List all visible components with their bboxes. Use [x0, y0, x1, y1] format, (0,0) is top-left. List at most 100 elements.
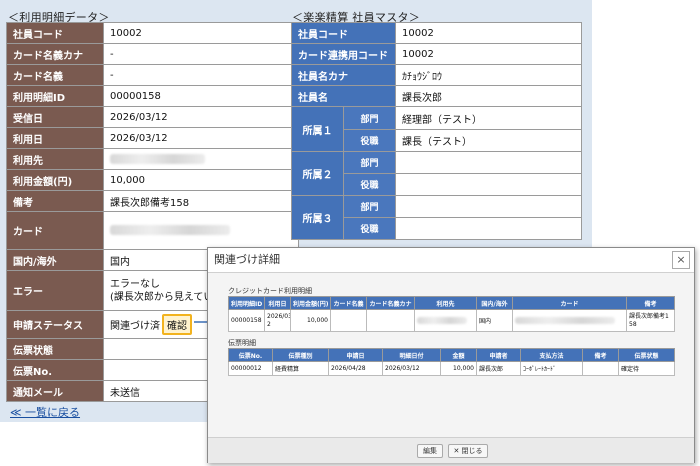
affiliation-label: 所属２	[291, 151, 344, 196]
row-label: 利用金額(円)	[6, 169, 104, 191]
column-header: 利用金額(円)	[290, 296, 331, 310]
cell-name	[330, 309, 367, 332]
row-label: 通知メール	[6, 380, 104, 402]
row-label: 社員名	[291, 85, 396, 107]
cell-date: 2026/03/1 2	[264, 309, 291, 332]
redacted-value	[110, 225, 230, 235]
row-label: カード名義	[6, 64, 104, 86]
row-label: 申請ステータス	[6, 310, 104, 339]
column-header: 利用明細ID	[228, 296, 265, 310]
modal-header: 関連づけ詳細 ×	[208, 248, 694, 273]
cell-region: 国内	[476, 309, 513, 332]
cell-note: 課長次郎備考1 58	[626, 309, 675, 332]
redacted-value	[417, 317, 467, 324]
cell-amount: 10,000	[440, 361, 477, 376]
role-label: 役職	[343, 217, 396, 240]
cell-slip-no: 00000012	[228, 361, 273, 376]
date-line-1: 2026/03/1	[267, 312, 290, 320]
cell-shop	[414, 309, 477, 332]
table-row: カード連携用コード 10002	[291, 43, 582, 65]
table-row: 00000012 経費精算 2026/04/28 2026/03/12 10,0…	[228, 361, 675, 376]
table-row: 所属１ 部門 経理部（テスト）	[291, 106, 582, 152]
column-header: 備考	[582, 348, 619, 362]
table-row: 利用明細ID 00000158	[6, 85, 299, 107]
cell-detail-date: 2026/03/12	[382, 361, 441, 376]
row-value: 2026/03/12	[103, 127, 299, 149]
cell-amount: 10,000	[290, 309, 331, 332]
redacted-card	[103, 211, 299, 250]
column-header: カード名義	[330, 296, 367, 310]
dept-value: 経理部（テスト）	[395, 106, 582, 130]
redacted-shop	[103, 148, 299, 170]
table-row: 受信日 2026/03/12	[6, 106, 299, 128]
table-row: 00000158 2026/03/1 2 10,000 国内 課長次郎備考1 5…	[228, 309, 675, 332]
table-row: 所属３ 部門	[291, 195, 582, 240]
row-label: 受信日	[6, 106, 104, 128]
column-header: 申請日	[328, 348, 383, 362]
column-header: 支払方法	[520, 348, 583, 362]
column-header: 金額	[440, 348, 477, 362]
modal-footer: 編集 ✕ 閉じる	[208, 437, 694, 463]
credit-section-title: クレジットカード利用明細	[228, 287, 312, 295]
table-row: 利用金額(円) 10,000	[6, 169, 299, 191]
table-row: 社員名 課長次郎	[291, 85, 582, 107]
cell-card	[512, 309, 627, 332]
table-row: 社員コード 10002	[6, 22, 299, 44]
row-label: 伝票状態	[6, 338, 104, 360]
table-header-row: 利用明細ID 利用日 利用金額(円) カード名義 カード名義カナ 利用先 国内/…	[228, 296, 675, 310]
slip-section-title: 伝票明細	[228, 339, 256, 347]
row-label: 社員名カナ	[291, 64, 396, 86]
cell-apply-date: 2026/04/28	[328, 361, 383, 376]
slip-detail-table: 伝票No. 伝票種別 申請日 明細日付 金額 申請者 支払方法 備考 伝票状態 …	[228, 348, 675, 376]
cell-status: 確定待	[618, 361, 675, 376]
table-row: カード名義カナ -	[6, 43, 299, 65]
column-header: 明細日付	[382, 348, 441, 362]
confirm-button[interactable]: 確認	[162, 314, 192, 335]
role-label: 役職	[343, 129, 396, 152]
dept-label: 部門	[343, 195, 396, 218]
role-label: 役職	[343, 173, 396, 196]
row-value: -	[103, 43, 299, 65]
role-value: 課長（テスト）	[395, 129, 582, 152]
row-label: カード名義カナ	[6, 43, 104, 65]
affiliation-label: 所属１	[291, 106, 344, 152]
redacted-value	[515, 317, 615, 324]
table-row: カード名義 -	[6, 64, 299, 86]
row-value: ｶﾁｮｳｼﾞﾛｳ	[395, 64, 582, 86]
cell-id: 00000158	[228, 309, 265, 332]
back-to-list-link[interactable]: ≪ 一覧に戻る	[10, 404, 80, 420]
dept-value	[395, 195, 582, 218]
modal-body: クレジットカード利用明細 利用明細ID 利用日 利用金額(円) カード名義 カー…	[208, 273, 694, 437]
note-line-2: 58	[629, 320, 637, 328]
column-header: 伝票種別	[272, 348, 329, 362]
row-label: エラー	[6, 270, 104, 311]
status-text: 関連づけ済	[110, 321, 160, 332]
row-value: 00000158	[103, 85, 299, 107]
row-value: 10002	[395, 22, 582, 44]
modal-title: 関連づけ詳細	[214, 253, 280, 266]
column-header: 利用日	[264, 296, 291, 310]
column-header: カード	[512, 296, 627, 310]
close-icon[interactable]: ×	[672, 251, 690, 269]
column-header: カード名義カナ	[366, 296, 415, 310]
table-row: 利用日 2026/03/12	[6, 127, 299, 149]
table-header-row: 伝票No. 伝票種別 申請日 明細日付 金額 申請者 支払方法 備考 伝票状態	[228, 348, 675, 362]
cell-slip-type: 経費精算	[272, 361, 329, 376]
close-button[interactable]: ✕ 閉じる	[448, 444, 488, 458]
dept-value	[395, 151, 582, 174]
edit-button[interactable]: 編集	[417, 444, 443, 458]
row-value: 10002	[103, 22, 299, 44]
row-label: 利用日	[6, 127, 104, 149]
column-header: 備考	[626, 296, 675, 310]
column-header: 伝票No.	[228, 348, 273, 362]
table-row: 社員コード 10002	[291, 22, 582, 44]
affiliation-label: 所属３	[291, 195, 344, 240]
cell-applicant: 課長次郎	[476, 361, 521, 376]
column-header: 申請者	[476, 348, 521, 362]
row-value: 10,000	[103, 169, 299, 191]
dept-label: 部門	[343, 151, 396, 174]
column-header: 伝票状態	[618, 348, 675, 362]
table-row: 備考 課長次郎備考158	[6, 190, 299, 212]
row-label: 利用先	[6, 148, 104, 170]
row-label: 社員コード	[291, 22, 396, 44]
